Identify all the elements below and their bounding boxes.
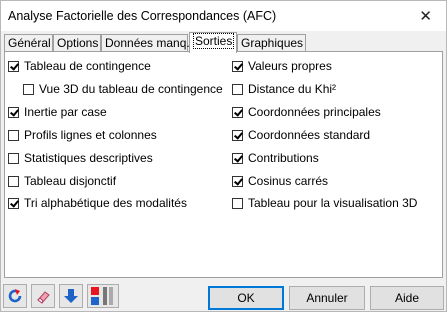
tab-missing-data[interactable]: Données manq. xyxy=(101,34,190,51)
option-principal-coords[interactable]: Coordonnées principales xyxy=(232,104,381,120)
checkbox[interactable] xyxy=(8,152,19,164)
option-contingency-table[interactable]: Tableau de contingence xyxy=(8,58,151,74)
tab-outputs[interactable]: Sorties xyxy=(189,32,237,53)
option-contributions[interactable]: Contributions xyxy=(232,150,319,166)
option-squared-cosines[interactable]: Cosinus carrés xyxy=(232,173,328,189)
tab-options[interactable]: Options xyxy=(53,34,101,51)
option-descriptive-stats[interactable]: Statistiques descriptives xyxy=(8,150,153,166)
checkbox[interactable] xyxy=(8,175,19,187)
checkbox[interactable] xyxy=(8,106,19,118)
option-inertia-per-cell[interactable]: Inertie par case xyxy=(8,104,107,120)
dialog-window: Analyse Factorielle des Correspondances … xyxy=(0,0,447,312)
checkbox[interactable] xyxy=(232,60,243,72)
option-alpha-sort[interactable]: Tri alphabétique des modalités xyxy=(8,195,187,211)
checkbox[interactable] xyxy=(232,83,243,95)
tab-general[interactable]: Général xyxy=(4,34,53,51)
option-eigenvalues[interactable]: Valeurs propres xyxy=(232,58,332,74)
option-standard-coords[interactable]: Coordonnées standard xyxy=(232,127,370,143)
reset-icon[interactable] xyxy=(3,284,27,308)
option-3d-visualization-table[interactable]: Tableau pour la visualisation 3D xyxy=(232,195,417,211)
arrow-down-icon[interactable] xyxy=(59,284,83,308)
tab-charts[interactable]: Graphiques xyxy=(237,34,306,51)
checkbox[interactable] xyxy=(232,152,243,164)
close-icon[interactable]: ✕ xyxy=(419,7,432,25)
option-chi2-distance[interactable]: Distance du Khi² xyxy=(232,81,336,97)
layout-toggle-icon[interactable] xyxy=(87,284,119,308)
outputs-panel: Tableau de contingence Vue 3D du tableau… xyxy=(4,51,443,278)
checkbox[interactable] xyxy=(232,197,243,209)
checkbox[interactable] xyxy=(232,175,243,187)
window-title: Analyse Factorielle des Correspondances … xyxy=(8,9,277,23)
eraser-icon[interactable] xyxy=(31,284,55,308)
checkbox[interactable] xyxy=(23,83,34,95)
option-row-col-profiles[interactable]: Profils lignes et colonnes xyxy=(8,127,157,143)
cancel-button[interactable]: Annuler xyxy=(289,286,365,310)
help-button[interactable]: Aide xyxy=(370,286,444,310)
checkbox[interactable] xyxy=(8,60,19,72)
checkbox[interactable] xyxy=(232,129,243,141)
option-3d-view[interactable]: Vue 3D du tableau de contingence xyxy=(23,81,223,97)
option-disjunctive-table[interactable]: Tableau disjonctif xyxy=(8,173,116,189)
ok-button[interactable]: OK xyxy=(208,286,284,310)
checkbox[interactable] xyxy=(8,129,19,141)
checkbox[interactable] xyxy=(232,106,243,118)
title-bar: Analyse Factorielle des Correspondances … xyxy=(1,1,446,31)
checkbox[interactable] xyxy=(8,197,19,209)
